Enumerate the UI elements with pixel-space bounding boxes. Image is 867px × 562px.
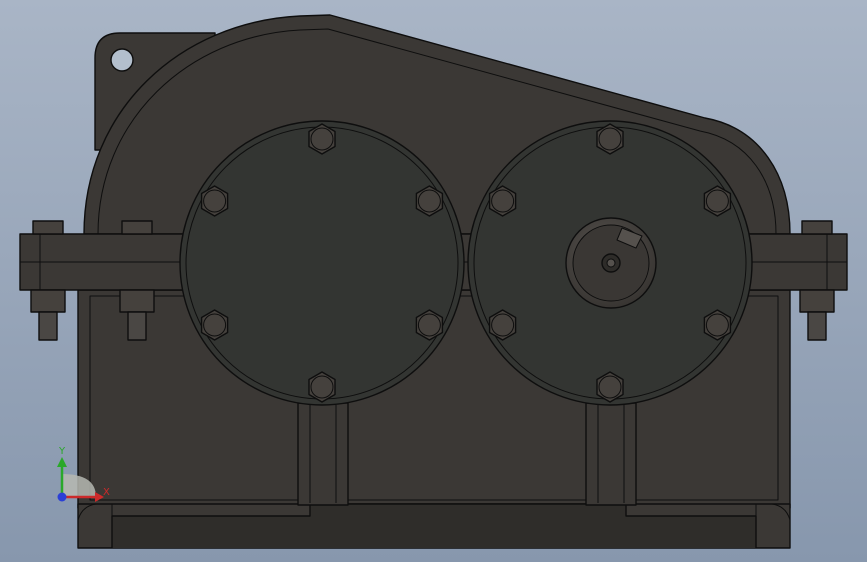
flange-stud — [127, 311, 147, 341]
flange-stud — [38, 311, 58, 341]
bearing-cover-left — [179, 120, 465, 406]
flange-bolt-head — [121, 220, 153, 235]
x-axis-label: X — [103, 487, 110, 498]
lifting-hole — [110, 48, 134, 72]
flange-nut — [119, 289, 155, 313]
support-rib-left — [297, 402, 349, 506]
flange-stud — [807, 311, 827, 341]
cad-scene[interactable]: Y X — [0, 0, 867, 562]
flange-nut — [799, 289, 835, 313]
graphics-viewport[interactable]: Y X — [0, 0, 867, 562]
flange-bolt-head — [801, 220, 833, 235]
z-axis-dot — [57, 492, 67, 502]
support-rib-right — [585, 402, 637, 506]
y-axis-label: Y — [58, 446, 66, 457]
flange-nut — [30, 289, 66, 313]
flange-bolt-head — [32, 220, 64, 235]
